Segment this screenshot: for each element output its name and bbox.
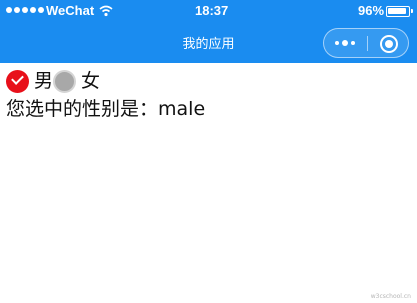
battery-icon xyxy=(386,6,413,17)
clock: 18:37 xyxy=(195,3,229,18)
battery-percent: 96% xyxy=(358,3,385,18)
close-target-icon[interactable] xyxy=(380,35,398,53)
menu-capsule xyxy=(323,28,409,58)
radio-unchecked-icon[interactable] xyxy=(53,69,77,93)
status-bar: WeChat 18:37 96% xyxy=(0,0,417,22)
result-prefix: 您选中的性别是： xyxy=(6,98,159,120)
navigation-bar: 我的应用 xyxy=(0,22,417,63)
signal-strength-icon xyxy=(6,7,44,13)
wifi-icon xyxy=(99,5,113,17)
radio-option-male[interactable]: 男 xyxy=(6,68,53,94)
watermark: w3cschool.cn xyxy=(370,293,411,300)
phone-screen: WeChat 18:37 96% 我的应用 男 女 您选中的性别是：male w… xyxy=(0,0,417,303)
radio-checked-icon[interactable] xyxy=(6,69,29,93)
radio-option-female[interactable]: 女 xyxy=(53,68,100,94)
radio-label-female: 女 xyxy=(81,70,101,92)
selected-gender-text: 您选中的性别是：male xyxy=(6,96,205,122)
carrier-name: WeChat xyxy=(46,3,95,18)
result-value: male xyxy=(158,98,206,120)
gender-radio-group: 男 女 xyxy=(6,68,100,94)
radio-label-male: 男 xyxy=(34,70,54,92)
more-dots-icon[interactable] xyxy=(335,40,355,46)
capsule-divider xyxy=(367,36,368,51)
